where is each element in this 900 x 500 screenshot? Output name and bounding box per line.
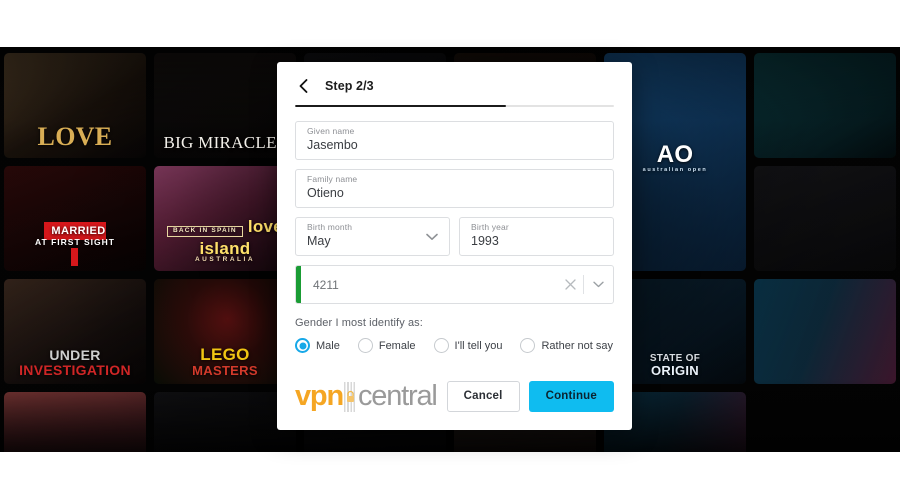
tile-title-main: AO [656, 141, 694, 169]
birth-month-label: Birth month [307, 222, 353, 232]
tile-title: LOVE [37, 122, 113, 152]
tile-pill: BACK IN SPAIN [166, 226, 243, 238]
birth-month-select[interactable]: Birth month May [295, 217, 450, 256]
radio-icon [357, 338, 373, 353]
birth-year-value: 1993 [471, 234, 499, 249]
tile-title: AO australian open [639, 143, 712, 173]
show-tile[interactable] [754, 53, 896, 158]
chevron-down-icon[interactable] [426, 228, 438, 246]
given-name-field[interactable]: Given name Jasembo [295, 121, 614, 160]
chevron-down-icon[interactable] [584, 281, 613, 288]
show-tile[interactable] [754, 166, 896, 271]
close-icon[interactable] [557, 279, 583, 290]
tile-title: UNDER INVESTIGATION [15, 348, 135, 377]
gender-question-label: Gender I most identify as: [295, 317, 423, 329]
tile-artwork [754, 279, 896, 384]
tile-artwork [754, 53, 896, 158]
tile-title-sub: australian open [642, 166, 708, 173]
show-tile[interactable]: BACK IN SPAIN love island AUSTRALIA [154, 166, 296, 271]
radio-icon [433, 338, 449, 353]
gender-option-label: Rather not say [541, 339, 614, 352]
gender-option-rather-not-say[interactable]: Rather not say [520, 338, 613, 353]
tile-badge: MARRIED AT FIRST SIGHT [35, 221, 115, 266]
screenshot-root: LOVE BIG MIRACLES THE HUNDRED WITH ANDY … [0, 0, 900, 500]
modal-footer: vpn central Cancel Continue [277, 381, 632, 430]
show-tile[interactable] [154, 392, 296, 452]
chevron-left-icon[interactable] [295, 78, 311, 94]
show-tile[interactable]: BIG MIRACLES [154, 53, 296, 158]
birth-date-row: Birth month May Birth year 1993 [295, 217, 614, 256]
birth-year-field[interactable]: Birth year 1993 [459, 217, 614, 256]
footer-actions: Cancel Continue [446, 381, 614, 412]
show-tile[interactable]: A CURRENT AFFAIR WITH ALLY LANGDON [4, 392, 146, 452]
tile-artwork [754, 166, 896, 271]
tile-artwork [154, 392, 296, 452]
gender-option-female[interactable]: Female [357, 338, 416, 353]
tile-title-sub: INVESTIGATION [19, 361, 131, 378]
gender-radio-group: Male Female I'll tell you Rather not say [295, 338, 614, 353]
tile-title: LEGO MASTERS [188, 346, 262, 377]
given-name-value: Jasembo [307, 138, 358, 153]
show-tile[interactable]: UNDER INVESTIGATION [4, 279, 146, 384]
show-tile[interactable]: LOVE [4, 53, 146, 158]
modal-body: Given name Jasembo Family name Otieno Bi… [277, 107, 632, 381]
birth-year-label: Birth year [471, 222, 509, 232]
tile-title-main: MARRIED [51, 224, 106, 237]
family-name-field[interactable]: Family name Otieno [295, 169, 614, 208]
tile-title-main: LEGO [200, 345, 250, 365]
postcode-valid-accent [296, 266, 301, 303]
tile-title-sub: ORIGIN [650, 362, 699, 378]
tile-artwork [4, 392, 146, 452]
radio-icon [520, 338, 536, 353]
gender-option-label: Male [316, 339, 340, 352]
modal-header: Step 2/3 [277, 62, 632, 94]
lock-icon [343, 381, 357, 412]
birth-month-value: May [307, 234, 331, 249]
tile-title: BIG MIRACLES [163, 132, 287, 152]
family-name-value: Otieno [307, 186, 344, 201]
tile-title: STATE OF ORIGIN [646, 353, 704, 378]
show-tile[interactable]: MARRIED AT FIRST SIGHT [4, 166, 146, 271]
gender-option-label: I'll tell you [454, 339, 503, 352]
radio-icon [295, 338, 310, 353]
tile-title-sub: AT FIRST SIGHT [35, 236, 115, 247]
brand-primary-text: vpn [295, 380, 344, 412]
show-tile[interactable]: LEGO MASTERS [154, 279, 296, 384]
tile-title-sub: AUSTRALIA [194, 256, 256, 264]
continue-button[interactable]: Continue [528, 381, 614, 412]
tile-title: MARRIED AT FIRST SIGHT [31, 221, 119, 266]
tile-title-main: UNDER [49, 347, 101, 364]
vpncentral-watermark: vpn central [295, 380, 438, 412]
tile-title-sub: MASTERS [192, 362, 258, 378]
given-name-label: Given name [307, 126, 355, 136]
postcode-value: 4211 [313, 277, 339, 292]
brand-secondary-text: central [357, 380, 438, 412]
cancel-button[interactable]: Cancel [446, 381, 520, 412]
tile-title-main: love island [199, 217, 284, 259]
gender-option-ill-tell-you[interactable]: I'll tell you [433, 338, 503, 353]
show-tile[interactable] [754, 279, 896, 384]
step-indicator: Step 2/3 [325, 79, 374, 93]
tile-title: BACK IN SPAIN love island AUSTRALIA [154, 218, 296, 264]
gender-option-label: Female [378, 339, 416, 352]
family-name-label: Family name [307, 174, 358, 184]
signup-modal: Step 2/3 Given name Jasembo Family name … [277, 62, 632, 430]
gender-option-male[interactable]: Male [295, 338, 340, 353]
postcode-field[interactable]: 4211 [295, 265, 614, 304]
